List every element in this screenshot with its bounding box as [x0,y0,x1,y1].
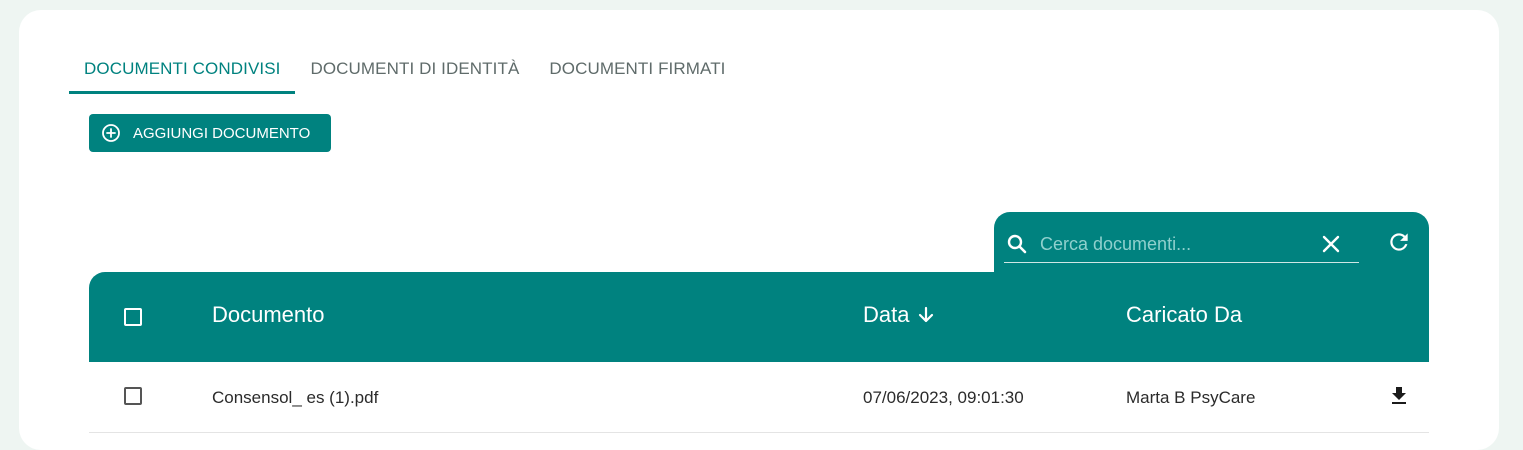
row-checkbox[interactable] [124,387,142,405]
tab-identity-documents[interactable]: DOCUMENTI DI IDENTITÀ [295,44,534,94]
uploaded-by: Marta B PsyCare [1126,388,1256,407]
column-header-date-label: Data [863,302,910,327]
column-header-date[interactable]: Data [863,302,935,328]
tab-signed-documents[interactable]: DOCUMENTI FIRMATI [534,44,740,94]
add-document-button[interactable]: AGGIUNGI DOCUMENTO [89,114,331,152]
download-icon[interactable] [1387,384,1411,408]
search-input[interactable] [1028,232,1319,256]
tab-bar: DOCUMENTI CONDIVISI DOCUMENTI DI IDENTIT… [69,44,741,94]
table-row[interactable]: Consensol_ es (1).pdf 07/06/2023, 09:01:… [89,362,1429,433]
add-document-label: AGGIUNGI DOCUMENTO [133,124,311,142]
close-icon[interactable] [1319,232,1343,256]
document-name: Consensol_ es (1).pdf [212,388,379,407]
search-icon [1006,233,1028,255]
search-field [1004,226,1359,263]
document-date: 07/06/2023, 09:01:30 [863,388,1024,407]
add-circle-icon [101,123,121,143]
arrow-down-icon [917,305,935,325]
tab-shared-documents[interactable]: DOCUMENTI CONDIVISI [69,44,296,94]
documents-card: DOCUMENTI CONDIVISI DOCUMENTI DI IDENTIT… [19,10,1499,450]
column-header-document[interactable]: Documento [212,302,325,328]
refresh-icon[interactable] [1386,229,1412,255]
column-header-uploaded-by[interactable]: Caricato Da [1126,302,1242,328]
select-all-checkbox[interactable] [124,308,142,326]
table-header: Documento Data Caricato Da [89,272,1429,362]
